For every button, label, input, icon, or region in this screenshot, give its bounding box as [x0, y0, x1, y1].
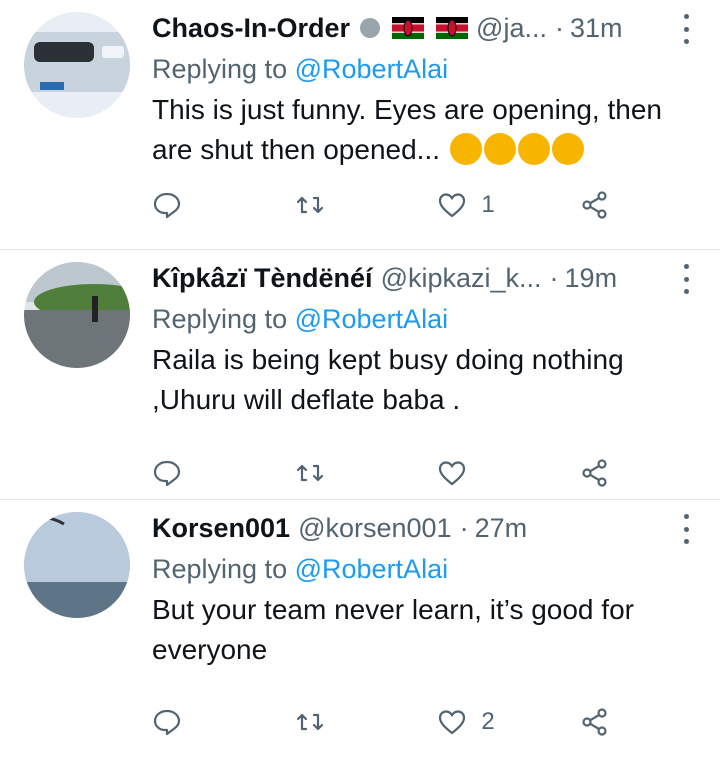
action-bar: 2	[152, 707, 640, 737]
kenya-flag-icon	[392, 17, 425, 39]
retweet-button[interactable]	[295, 707, 355, 737]
user-handle[interactable]: @korsen001	[298, 513, 452, 544]
share-icon	[582, 708, 607, 736]
separator: ·	[554, 12, 564, 43]
timestamp[interactable]: 27m	[475, 513, 528, 544]
rofl-emoji-icon	[483, 133, 516, 165]
reply-context: Replying to @RobertAlai	[152, 300, 696, 338]
more-icon[interactable]	[676, 14, 696, 44]
like-button[interactable]: 2	[437, 707, 497, 737]
retweet-icon	[296, 464, 323, 482]
retweet-icon	[296, 713, 323, 731]
retweet-button[interactable]	[295, 458, 355, 488]
avatar[interactable]	[24, 12, 130, 118]
more-icon[interactable]	[676, 514, 696, 544]
mention-link[interactable]: @RobertAlai	[295, 554, 448, 584]
like-count: 1	[481, 191, 495, 218]
display-name[interactable]: Kîpkâzï Tèndënéí	[152, 263, 373, 294]
reply-prefix: Replying to	[152, 304, 288, 334]
reply-prefix: Replying to	[152, 554, 288, 584]
retweet-icon	[296, 196, 323, 214]
display-name[interactable]: Korsen001	[152, 513, 290, 544]
reply-button[interactable]	[152, 190, 212, 220]
tweet-text: But your team never learn, it’s good for…	[152, 594, 634, 665]
retweet-button[interactable]	[295, 190, 355, 220]
like-count: 2	[481, 708, 495, 735]
reply-icon	[153, 192, 181, 219]
user-handle[interactable]: @kipkazi_k...	[381, 263, 542, 294]
like-icon	[439, 710, 466, 735]
display-name[interactable]: Chaos-In-Order	[152, 13, 350, 44]
tweet-text: Raila is being kept busy doing nothing ,…	[152, 344, 624, 415]
reply-context: Replying to @RobertAlai	[152, 550, 696, 588]
tweet-text-content: This is just funny. Eyes are opening, th…	[152, 94, 662, 165]
avatar[interactable]	[24, 512, 130, 618]
tweet-text: This is just funny. Eyes are opening, th…	[152, 90, 696, 170]
timestamp[interactable]: 31m	[570, 13, 623, 44]
rofl-emoji-icon	[449, 133, 482, 165]
timestamp[interactable]: 19m	[565, 263, 618, 294]
share-icon	[582, 191, 607, 219]
share-button[interactable]	[580, 190, 640, 220]
like-icon	[439, 193, 466, 218]
reply-button[interactable]	[152, 458, 212, 488]
tweet[interactable]: Kîpkâzï Tèndënéí @kipkazi_k... · 19m Rep…	[0, 250, 720, 500]
mention-link[interactable]: @RobertAlai	[295, 54, 448, 84]
avatar[interactable]	[24, 262, 130, 368]
like-button[interactable]	[437, 458, 497, 488]
like-icon	[439, 461, 466, 486]
user-handle[interactable]: @ja...	[476, 13, 547, 44]
kenya-flag-icon	[436, 17, 469, 39]
rofl-emoji-icon	[551, 133, 584, 165]
action-bar: 1	[152, 190, 640, 220]
share-icon	[582, 459, 607, 487]
status-dot-icon	[360, 18, 381, 38]
separator: ·	[549, 262, 559, 293]
rofl-emoji-icon	[517, 133, 550, 165]
share-button[interactable]	[580, 458, 640, 488]
reply-prefix: Replying to	[152, 54, 288, 84]
mention-link[interactable]: @RobertAlai	[295, 304, 448, 334]
more-icon[interactable]	[676, 264, 696, 294]
share-button[interactable]	[580, 707, 640, 737]
tweet[interactable]: Korsen001 @korsen001 · 27m Replying to @…	[0, 500, 720, 763]
reply-context: Replying to @RobertAlai	[152, 50, 696, 88]
action-bar	[152, 458, 640, 488]
separator: ·	[459, 512, 469, 543]
reply-icon	[153, 460, 181, 487]
reply-button[interactable]	[152, 707, 212, 737]
reply-icon	[153, 709, 181, 736]
like-button[interactable]: 1	[437, 190, 497, 220]
tweet[interactable]: Chaos-In-Order @ja... · 31m Replying to …	[0, 0, 720, 250]
